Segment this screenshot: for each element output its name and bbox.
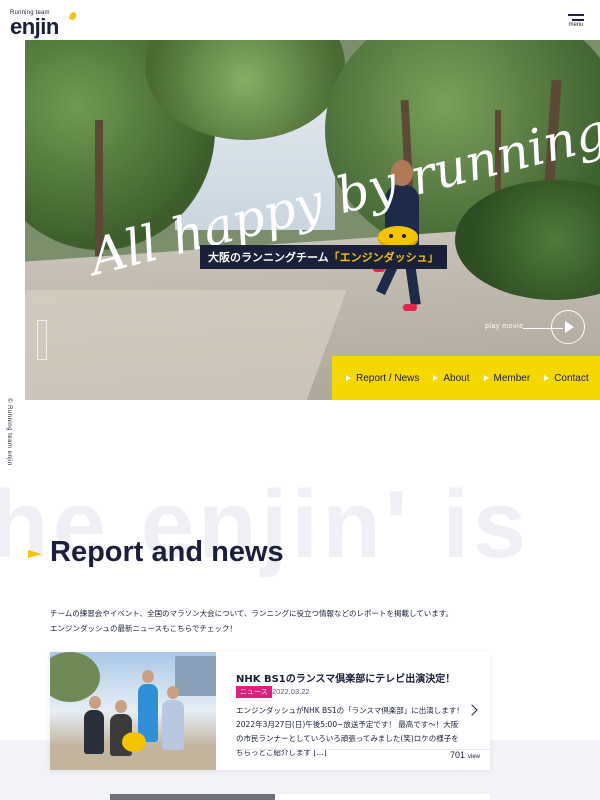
arrow-right-icon xyxy=(346,375,351,381)
hero-visual: All happy by running. 大阪のランニングチーム「エンジンダッ… xyxy=(25,40,600,400)
hero-script-title: All happy by running. xyxy=(80,98,600,288)
section-arrow-icon xyxy=(28,550,42,558)
section-description-line: チームの練習会やイベント、全国のマラソン大会について、ランニングに役立つ情報など… xyxy=(50,609,454,618)
photo-person-head xyxy=(167,686,179,699)
side-copyright: © Running team enjin xyxy=(6,398,12,466)
photo-person-head xyxy=(89,696,101,709)
news-card-photo xyxy=(50,652,216,770)
menu-button[interactable]: menu xyxy=(566,12,586,32)
nav-item-about[interactable]: About xyxy=(433,372,470,384)
nav-label: Report / News xyxy=(356,372,420,384)
logo-flame-icon xyxy=(68,11,78,21)
hero-subtitle-prefix: 大阪のランニングチーム xyxy=(208,251,329,264)
view-count: 701 view xyxy=(450,743,480,762)
hero-subtitle: 大阪のランニングチーム「エンジンダッシュ」 xyxy=(200,245,447,269)
logo-wordmark: enjin xyxy=(10,14,59,39)
nav-label: About xyxy=(443,372,470,384)
mascot-eye xyxy=(389,234,393,238)
news-card-excerpt: エンジンダッシュがNHK BS1の「ランスマ倶楽部」に出演します！2022年3月… xyxy=(236,706,464,757)
hero-subtitle-highlight: 「エンジンダッシュ」 xyxy=(328,251,439,264)
photo-person-head xyxy=(115,700,127,713)
nav-item-report-news[interactable]: Report / News xyxy=(346,373,419,384)
view-count-unit: view xyxy=(467,754,480,760)
photo-mascot xyxy=(122,732,146,752)
chevron-right-icon xyxy=(466,704,478,716)
photo-person xyxy=(162,700,184,750)
view-count-number: 701 xyxy=(449,750,465,760)
mascot-eye xyxy=(402,234,406,238)
hamburger-icon xyxy=(568,14,584,16)
news-card[interactable]: NHK BS1のランスマ倶楽部にテレビ出演決定！ ニュース 2022.03.22… xyxy=(50,652,490,770)
hero-nav: Report / News About Member Contact xyxy=(332,356,600,400)
hero-path xyxy=(25,290,347,400)
next-card-photo-peek xyxy=(110,794,275,800)
nav-label: Contact xyxy=(554,372,589,384)
section-description: チームの練習会やイベント、全国のマラソン大会について、ランニングに役立つ情報など… xyxy=(50,606,530,636)
photo-person-head xyxy=(142,670,154,683)
arrow-right-icon xyxy=(544,375,550,381)
play-movie-label: play movie xyxy=(485,323,524,330)
nav-item-contact[interactable]: Contact xyxy=(544,372,589,384)
scroll-indicator xyxy=(37,320,47,360)
logo[interactable]: Running team enjin xyxy=(10,10,80,39)
play-movie-button[interactable]: play movie xyxy=(485,310,600,346)
category-badge: ニュース xyxy=(236,686,272,698)
arrow-right-icon xyxy=(483,375,489,381)
photo-person xyxy=(84,710,104,754)
photo-building xyxy=(175,656,216,696)
news-card-date: 2022.03.22 xyxy=(272,687,310,696)
next-card-peek xyxy=(275,794,490,800)
play-icon xyxy=(565,321,574,333)
nav-item-member[interactable]: Member xyxy=(483,372,531,384)
nav-label: Member xyxy=(493,372,531,384)
menu-label: menu xyxy=(568,22,584,28)
section-title: Report and news xyxy=(50,536,284,568)
news-card-title: NHK BS1のランスマ倶楽部にテレビ出演決定！ xyxy=(236,674,456,685)
arrow-right-icon xyxy=(433,375,439,381)
hamburger-icon-line xyxy=(572,19,584,21)
photo-tree xyxy=(50,652,100,702)
section-description-line: エンジンダッシュの最新ニュースもこちらでチェック！ xyxy=(50,624,237,633)
runner-shoe xyxy=(403,304,417,311)
